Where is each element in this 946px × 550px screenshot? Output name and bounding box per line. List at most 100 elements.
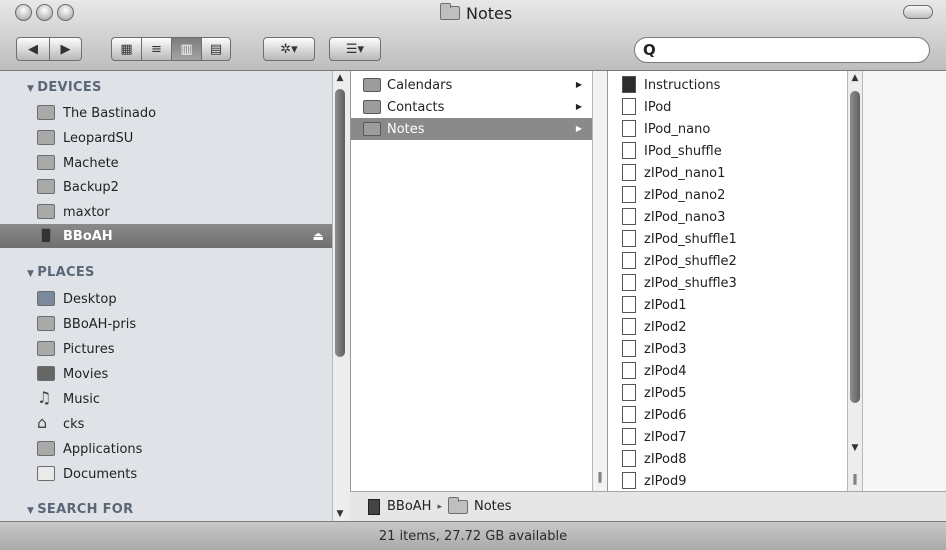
sidebar-item-the-bastinado[interactable]: The Bastinado [0, 101, 332, 125]
list-item[interactable]: zIPod_nano1 [608, 162, 847, 184]
status-text: 21 items, 27.72 GB available [378, 528, 568, 544]
list-item[interactable]: zIPod2 [608, 316, 847, 338]
search-input[interactable]: Q [634, 37, 930, 63]
list-item-label: zIPod_shuffle2 [644, 253, 737, 269]
back-button[interactable]: ◀ [16, 37, 49, 61]
list-item-label: IPod_nano [644, 121, 711, 137]
browser-column-1: Calendars ▶ Contacts ▶ Notes ▶ [350, 71, 592, 491]
list-item[interactable]: Calendars ▶ [351, 74, 592, 96]
sidebar-item-label: Music [63, 391, 100, 407]
sidebar-item-cks[interactable]: ⌂ cks [0, 412, 332, 436]
movies-icon [37, 366, 55, 381]
sidebar-item-backup2[interactable]: Backup2 [0, 175, 332, 199]
documents-icon [37, 466, 55, 481]
hard-drive-icon [37, 179, 55, 194]
sidebar-section-label: PLACES [37, 265, 95, 280]
scroll-up-arrow-icon[interactable]: ▲ [849, 73, 861, 83]
arrange-menu-button[interactable]: ☰▾ [329, 37, 381, 61]
sidebar-item-label: Backup2 [63, 179, 119, 195]
list-item[interactable]: zIPod4 [608, 360, 847, 382]
action-menu-button[interactable]: ✲▾ [263, 37, 315, 61]
sidebar-item-label: Machete [63, 155, 119, 171]
sidebar-scrollbar[interactable]: ▲ ▼ [332, 71, 347, 521]
list-item-label: zIPod4 [644, 363, 687, 379]
list-item[interactable]: IPod [608, 96, 847, 118]
list-item-label: zIPod_nano1 [644, 165, 726, 181]
column-view-button[interactable]: ▥ [171, 37, 201, 61]
zoom-window-button[interactable] [57, 4, 74, 21]
pictures-icon [37, 341, 55, 356]
list-view-button[interactable]: ≡ [141, 37, 171, 61]
path-folder-label[interactable]: Notes [474, 499, 512, 514]
column-resize-handle-icon[interactable]: ‖ [594, 470, 606, 483]
list-item-label: Calendars [387, 77, 453, 93]
document-icon [622, 142, 636, 159]
forward-button[interactable]: ▶ [49, 37, 82, 61]
sidebar-item-bboah[interactable]: BBoAH ⏏ [0, 224, 332, 248]
list-item[interactable]: zIPod6 [608, 404, 847, 426]
desktop-icon [37, 291, 55, 306]
list-item-label: zIPod_shuffle1 [644, 231, 737, 247]
list-item-label: zIPod9 [644, 473, 687, 489]
icon-view-button[interactable]: ▦ [111, 37, 141, 61]
column-1-scrollbar[interactable]: ‖ [592, 71, 607, 491]
list-item-label: IPod [644, 99, 672, 115]
list-item-label: zIPod8 [644, 451, 687, 467]
eject-icon[interactable]: ⏏ [313, 229, 324, 243]
sidebar-section-label: SEARCH FOR [37, 502, 134, 517]
path-volume-label[interactable]: BBoAH [387, 499, 431, 514]
sidebar-section-search-for[interactable]: ▼ SEARCH FOR [27, 502, 133, 517]
document-icon [622, 318, 636, 335]
list-item[interactable]: zIPod3 [608, 338, 847, 360]
list-item[interactable]: zIPod_nano3 [608, 206, 847, 228]
list-item[interactable]: zIPod1 [608, 294, 847, 316]
list-item-label: zIPod_nano3 [644, 209, 726, 225]
sidebar-scroll-thumb[interactable] [335, 89, 345, 357]
finder-window: Notes ◀ ▶ ▦ ≡ ▥ ▤ ✲▾ ☰▾ Q ▼ DEVICES The B… [0, 0, 946, 550]
list-item[interactable]: zIPod_shuffle1 [608, 228, 847, 250]
sidebar-item-movies[interactable]: Movies [0, 362, 332, 386]
sidebar-item-pictures[interactable]: Pictures [0, 337, 332, 361]
scroll-up-arrow-icon[interactable]: ▲ [334, 73, 346, 83]
list-item[interactable]: IPod_nano [608, 118, 847, 140]
document-icon [622, 208, 636, 225]
toolbar-toggle-button[interactable] [903, 5, 933, 19]
sidebar-item-maxtor[interactable]: maxtor [0, 200, 332, 224]
list-item[interactable]: Contacts ▶ [351, 96, 592, 118]
list-item-label: Instructions [644, 77, 721, 93]
list-item[interactable]: Instructions [608, 74, 847, 96]
list-item[interactable]: zIPod_shuffle2 [608, 250, 847, 272]
status-bar: 21 items, 27.72 GB available [0, 521, 946, 550]
sidebar-item-label: Applications [63, 441, 143, 457]
folder-icon [363, 122, 381, 136]
list-item[interactable]: Notes ▶ [351, 118, 592, 140]
list-item-label: zIPod7 [644, 429, 687, 445]
sidebar-item-documents[interactable]: Documents [0, 462, 332, 486]
coverflow-view-button[interactable]: ▤ [201, 37, 231, 61]
search-icon: Q [643, 41, 656, 59]
list-item[interactable]: zIPod_nano2 [608, 184, 847, 206]
scroll-down-arrow-icon[interactable]: ▼ [849, 443, 861, 453]
column-2-scroll-thumb[interactable] [850, 91, 860, 403]
sidebar-item-bboah-pris[interactable]: BBoAH-pris [0, 312, 332, 336]
column-resize-handle-icon[interactable]: ‖ [849, 472, 861, 485]
sidebar-item-leopardsu[interactable]: LeopardSU [0, 126, 332, 150]
list-item[interactable]: zIPod5 [608, 382, 847, 404]
list-item[interactable]: zIPod8 [608, 448, 847, 470]
sidebar-item-applications[interactable]: Applications [0, 437, 332, 461]
list-item[interactable]: zIPod9 [608, 470, 847, 491]
scroll-down-arrow-icon[interactable]: ▼ [334, 509, 346, 519]
window-title-text: Notes [466, 3, 513, 23]
ipod-icon [41, 228, 51, 243]
list-item[interactable]: zIPod_shuffle3 [608, 272, 847, 294]
column-2-scrollbar[interactable]: ▲ ▼ ‖ [847, 71, 862, 491]
sidebar-section-places[interactable]: ▼ PLACES [27, 265, 95, 280]
sidebar-item-machete[interactable]: Machete [0, 151, 332, 175]
sidebar-item-music[interactable]: ♫ Music [0, 387, 332, 411]
list-item[interactable]: IPod_shuffle [608, 140, 847, 162]
list-item[interactable]: zIPod7 [608, 426, 847, 448]
sidebar-item-desktop[interactable]: Desktop [0, 287, 332, 311]
minimize-window-button[interactable] [36, 4, 53, 21]
close-window-button[interactable] [15, 4, 32, 21]
sidebar-section-devices[interactable]: ▼ DEVICES [27, 80, 102, 95]
